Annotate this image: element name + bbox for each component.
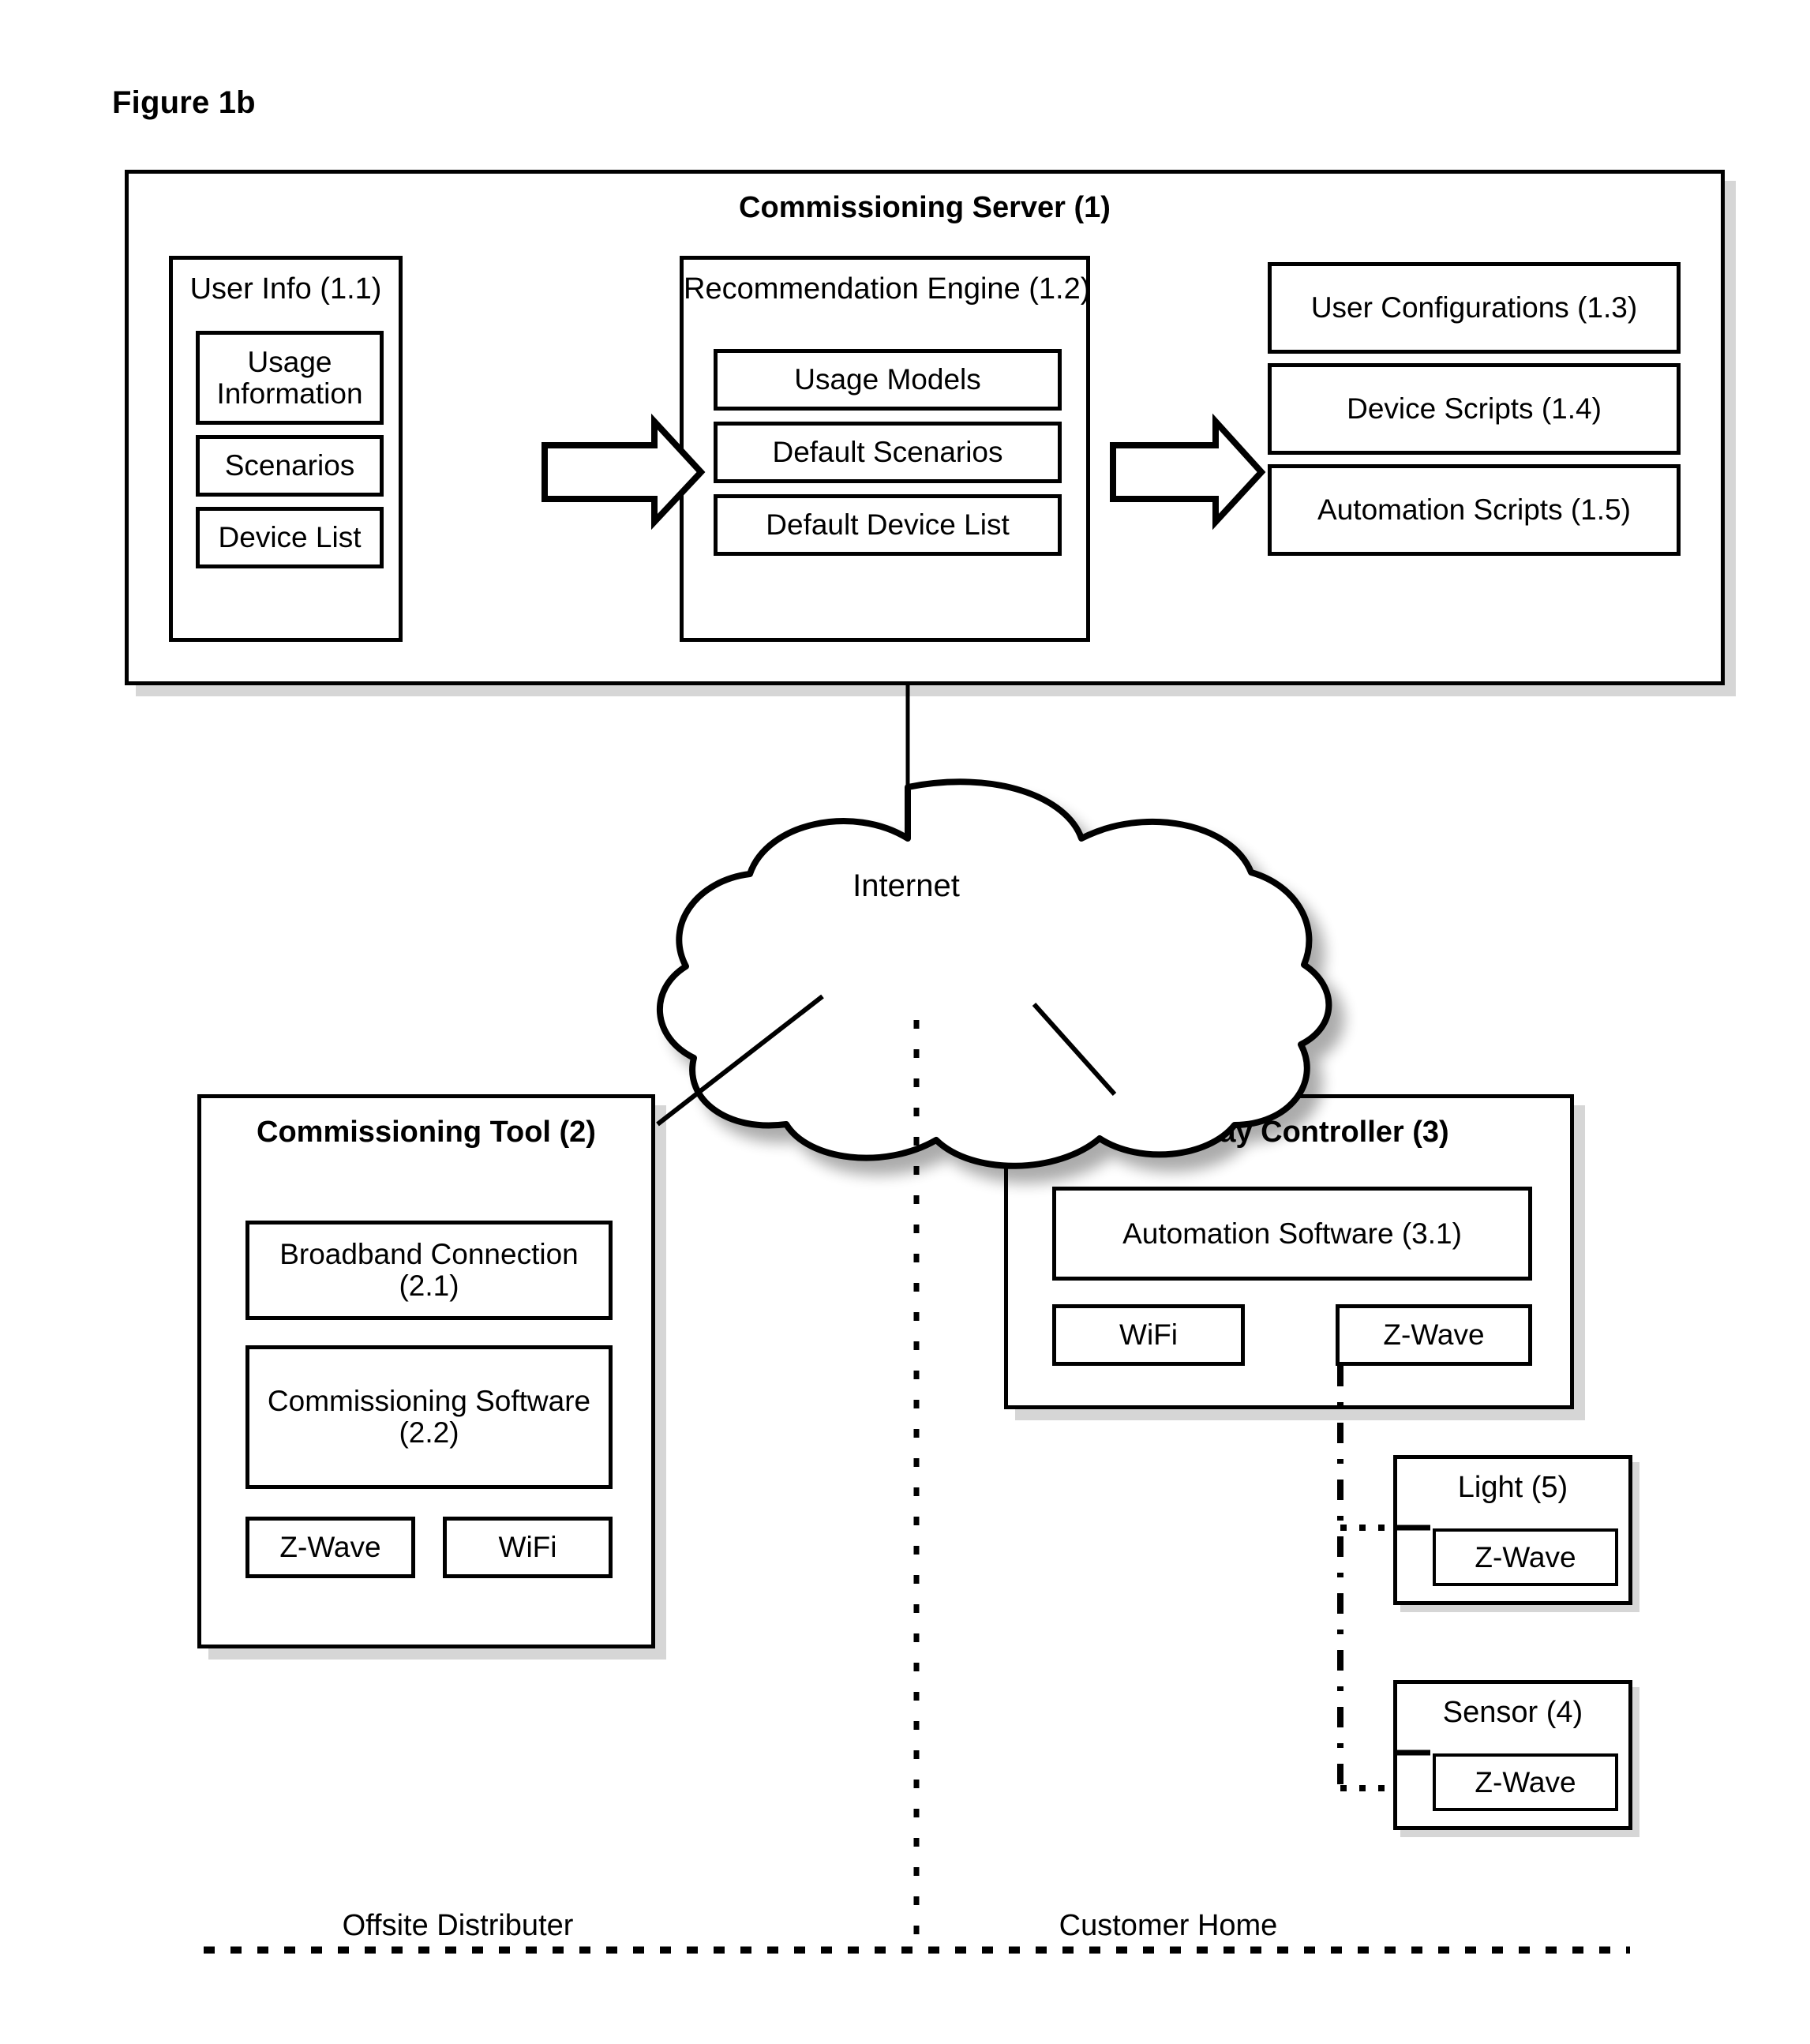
internet-cloud xyxy=(657,778,1332,1169)
zwave-bus-branches xyxy=(1340,1525,1393,1791)
diagram-connectors-overlay: Internet xyxy=(204,413,1630,1954)
arrow-engine-to-outputs xyxy=(1110,413,1266,531)
internet-cloud-label: Internet xyxy=(853,868,960,903)
arrow-user-info-to-engine xyxy=(542,413,706,531)
